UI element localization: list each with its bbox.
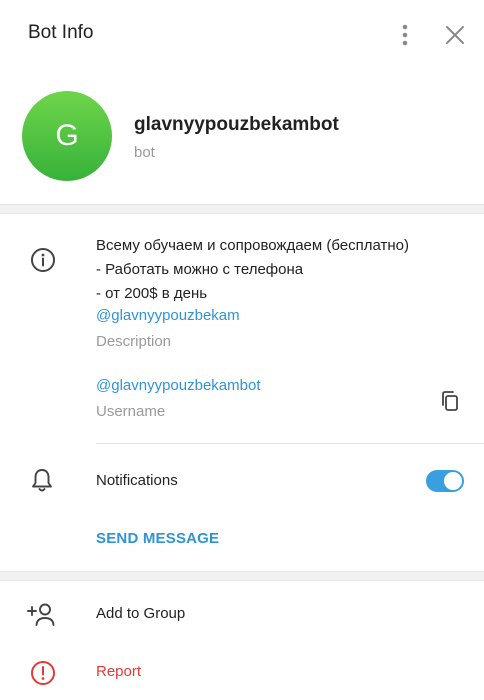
- send-message-button[interactable]: SEND MESSAGE: [96, 530, 219, 547]
- add-user-icon: [26, 601, 58, 629]
- username-caption: Username: [96, 403, 166, 420]
- close-button[interactable]: [443, 23, 467, 47]
- copy-username-button[interactable]: [438, 389, 462, 413]
- description-line: Всему обучаем и сопровождаем (бесплатно): [96, 237, 410, 254]
- description-line: - от 200$ в день: [96, 285, 208, 302]
- description-caption: Description: [96, 333, 172, 350]
- bot-description: Всему обучаем и сопровождаем (бесплатно)…: [96, 234, 466, 306]
- window-title: Bot Info: [28, 22, 94, 43]
- bot-profile: G glavnyypouzbekambot bot: [0, 72, 484, 204]
- description-line: - Работать можно с телефона: [96, 261, 304, 278]
- info-icon: [29, 246, 57, 274]
- bot-subtitle: bot: [134, 144, 155, 161]
- bell-icon: [29, 466, 55, 494]
- copy-icon: [442, 391, 458, 411]
- notifications-toggle[interactable]: [426, 470, 464, 492]
- toggle-knob: [444, 472, 462, 490]
- vertical-dots-icon: [402, 24, 408, 46]
- avatar[interactable]: G: [22, 91, 112, 181]
- section-divider: [0, 204, 484, 214]
- more-options-button[interactable]: [393, 22, 417, 48]
- add-to-group-button[interactable]: Add to Group: [96, 605, 185, 622]
- close-icon: [446, 26, 464, 44]
- description-link[interactable]: @glavnyypouzbekam: [96, 307, 240, 324]
- username-link[interactable]: @glavnyypouzbekambot: [96, 377, 261, 394]
- notifications-label: Notifications: [96, 472, 178, 489]
- report-button[interactable]: Report: [96, 663, 141, 680]
- header: Bot Info: [0, 0, 484, 72]
- bot-name: glavnyypouzbekambot: [134, 114, 339, 135]
- row-divider: [96, 443, 484, 444]
- section-divider: [0, 571, 484, 581]
- report-icon: [29, 659, 57, 687]
